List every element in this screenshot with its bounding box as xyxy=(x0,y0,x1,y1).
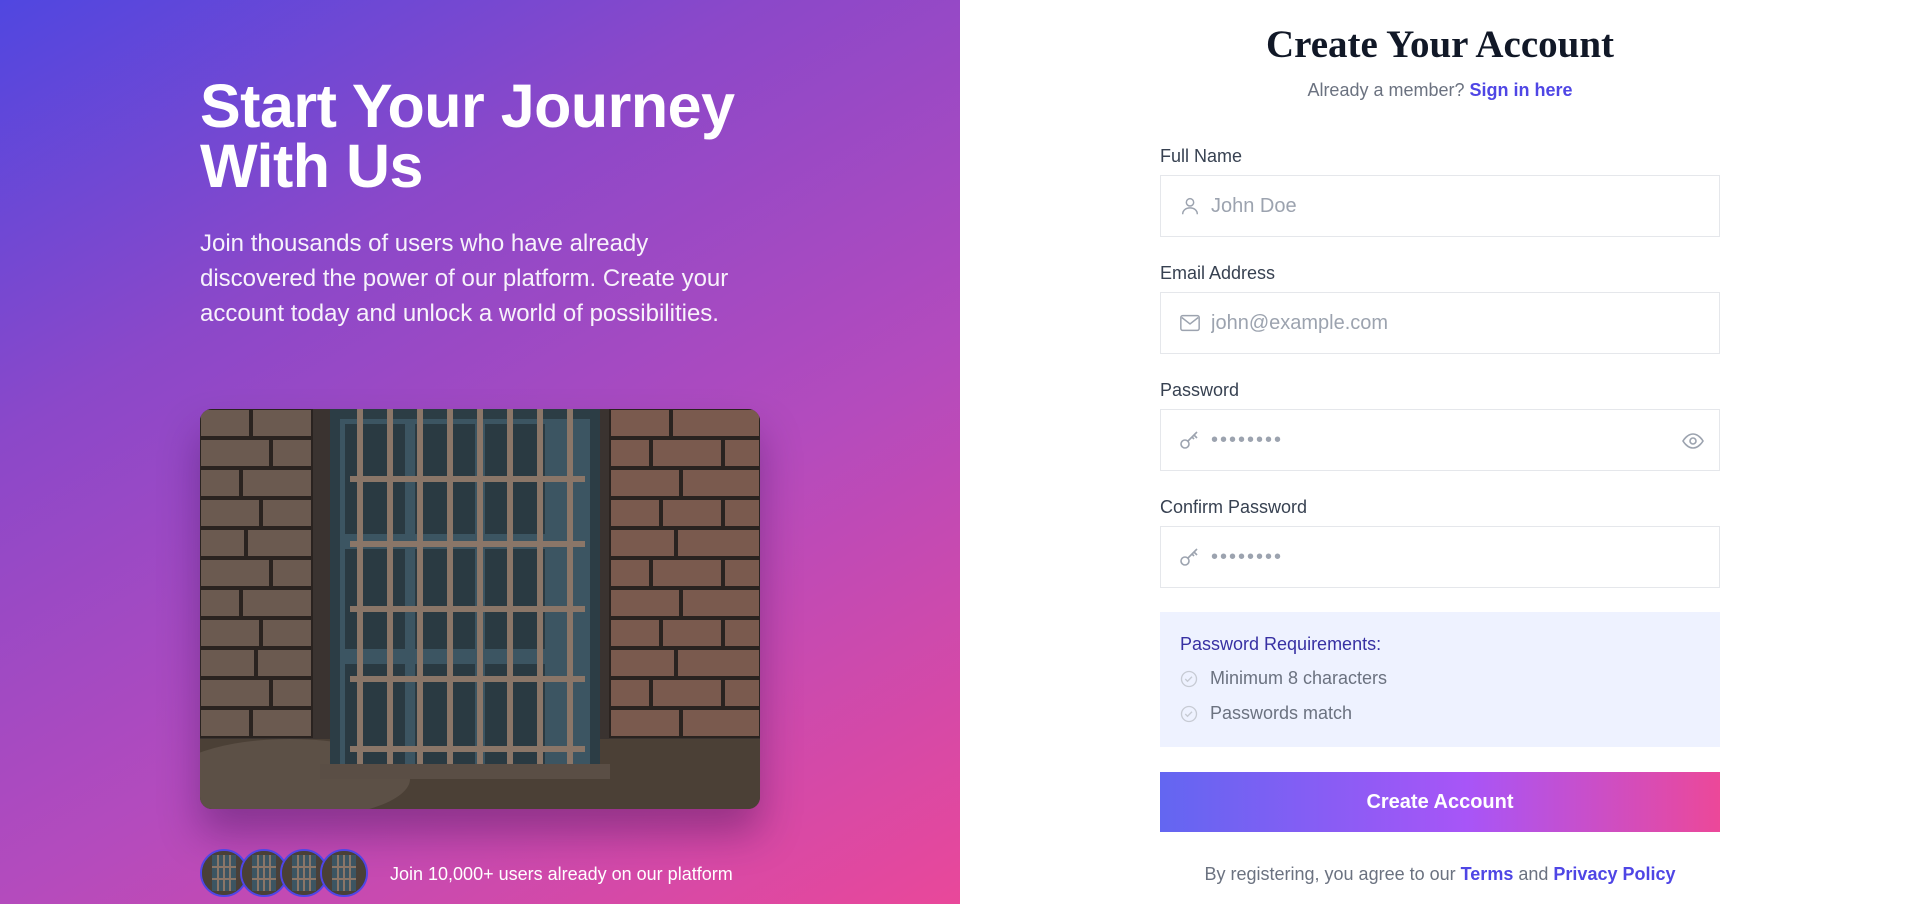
mail-icon xyxy=(1175,312,1205,334)
full-name-field[interactable] xyxy=(1160,175,1720,237)
check-circle-icon xyxy=(1180,705,1200,723)
hero-image xyxy=(200,409,760,809)
window-photo-icon xyxy=(200,409,760,809)
social-proof-text: Join 10,000+ users already on our platfo… xyxy=(390,864,733,884)
member-prefix: Already a member? xyxy=(1307,80,1465,100)
hero-title: Start Your Journey With Us xyxy=(200,72,735,200)
full-name-label: Full Name xyxy=(1160,146,1243,166)
user-icon xyxy=(1175,195,1205,217)
avatar xyxy=(320,849,368,897)
requirement-item: Minimum 8 characters xyxy=(1180,668,1700,689)
full-name-input[interactable] xyxy=(1205,176,1719,236)
confirm-password-label: Confirm Password xyxy=(1160,497,1308,517)
create-account-button[interactable]: Create Account xyxy=(1160,772,1720,832)
signup-form-panel: Create Your Account Already a member? Si… xyxy=(960,0,1911,904)
check-circle-icon xyxy=(1180,670,1200,688)
terms-line: By registering, you agree to our Terms a… xyxy=(960,864,1911,885)
member-line: Already a member? Sign in here xyxy=(960,80,1911,101)
requirement-label: Passwords match xyxy=(1210,703,1353,723)
confirm-password-input[interactable]: •••••••• xyxy=(1205,546,1283,569)
key-icon xyxy=(1175,428,1205,452)
email-label: Email Address xyxy=(1160,263,1276,283)
email-input[interactable] xyxy=(1205,293,1719,353)
password-input[interactable]: •••••••• xyxy=(1205,429,1283,452)
password-field[interactable]: •••••••• xyxy=(1160,409,1720,471)
form-title: Create Your Account xyxy=(1265,23,1615,66)
requirement-label: Minimum 8 characters xyxy=(1210,668,1388,688)
confirm-password-field[interactable]: •••••••• xyxy=(1160,526,1720,588)
avatar-group xyxy=(200,849,368,899)
privacy-policy-link[interactable]: Privacy Policy xyxy=(1553,864,1675,884)
requirements-title: Password Requirements: xyxy=(1180,634,1382,654)
eye-icon[interactable] xyxy=(1681,429,1705,458)
hero-content: Start Your Journey With Us Join thousand… xyxy=(200,76,780,331)
password-label: Password xyxy=(1160,380,1240,400)
requirement-item: Passwords match xyxy=(1180,703,1700,724)
hero-panel: Start Your Journey With Us Join thousand… xyxy=(0,0,960,904)
sign-in-link[interactable]: Sign in here xyxy=(1470,80,1573,100)
password-requirements: Password Requirements: Minimum 8 charact… xyxy=(1160,612,1720,747)
terms-prefix: By registering, you agree to our xyxy=(1204,864,1456,884)
key-icon xyxy=(1175,545,1205,569)
terms-and: and xyxy=(1518,864,1549,884)
terms-link[interactable]: Terms xyxy=(1461,864,1514,884)
email-field[interactable] xyxy=(1160,292,1720,354)
hero-description: Join thousands of users who have already… xyxy=(200,230,729,327)
